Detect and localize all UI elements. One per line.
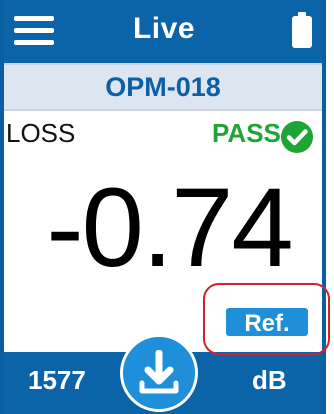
screen: Live OPM-018 LOSS PASS -0.74 1577 dB Ref…	[0, 0, 334, 414]
download-icon	[139, 350, 179, 394]
hamburger-menu-icon[interactable]	[14, 16, 54, 46]
device-name: OPM-018	[105, 72, 221, 102]
wavelength-value: 1577	[28, 365, 86, 395]
measurement-value: -0.74	[46, 165, 293, 290]
ref-highlight-annotation	[203, 283, 330, 355]
top-bar: Live	[4, 0, 322, 63]
status-label: PASS	[212, 118, 281, 148]
unit-label: dB	[252, 365, 287, 395]
check-circle-icon	[281, 121, 313, 153]
measurement-label: LOSS	[6, 118, 76, 148]
save-button[interactable]	[120, 334, 198, 412]
screen-title: Live	[132, 12, 196, 45]
device-name-bar: OPM-018	[4, 63, 322, 111]
battery-icon	[292, 12, 312, 48]
